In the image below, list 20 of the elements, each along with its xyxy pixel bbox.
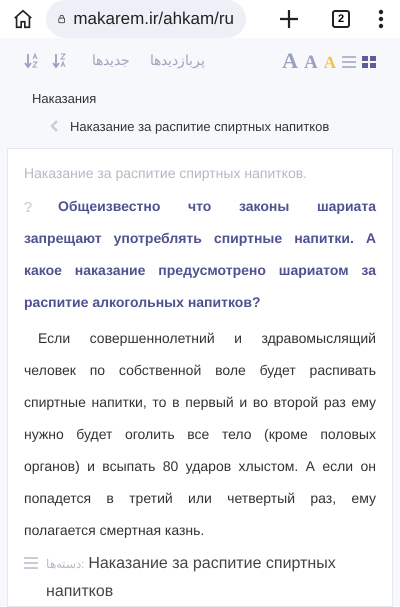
menu-icon[interactable]: [378, 9, 384, 29]
question-text: Общеизвестно что законы шариата запрещают употреблять спиртные напитки. А какое наказание предусмотрено шариатом за распитие алкогольных напитков?: [24, 197, 376, 312]
question-mark-icon: [24, 202, 32, 212]
plus-icon[interactable]: [278, 8, 300, 30]
chevron-left-icon: [50, 120, 58, 132]
sort-link[interactable]: پربازدیدها: [150, 50, 205, 72]
answer-text: Если совершеннолетний и здравомыслящий человек по собственной воле будет распивать спиртные напитки, то в первый и во второй раз ему нужно будет оголить все тело (кроме половых органов) и всыпать 80 ударов хлыстом. А если он попадется в третий или четвертый раз, ему полагается смертная казнь.: [24, 329, 376, 540]
article-title: Наказание за распитие спиртных напитков.: [24, 164, 308, 183]
breadcrumb-link[interactable]: Наказания: [32, 89, 96, 108]
address-bar[interactable]: makarem.ir/ahkam/ru: [46, 0, 246, 38]
grid-view-icon[interactable]: [362, 56, 376, 68]
breadcrumb-current: Наказание за распитие спиртных напитков: [70, 118, 330, 136]
home-icon[interactable]: [12, 8, 34, 30]
tab-count[interactable]: 2: [332, 10, 350, 28]
list-icon: [24, 557, 38, 569]
url-text: makarem.ir/ahkam/ru: [73, 8, 234, 30]
font-size-button[interactable]: A: [304, 52, 318, 72]
sort-link[interactable]: جدیدها: [92, 50, 130, 72]
font-size-button[interactable]: A: [282, 50, 298, 72]
font-size-button[interactable]: A: [324, 54, 336, 71]
